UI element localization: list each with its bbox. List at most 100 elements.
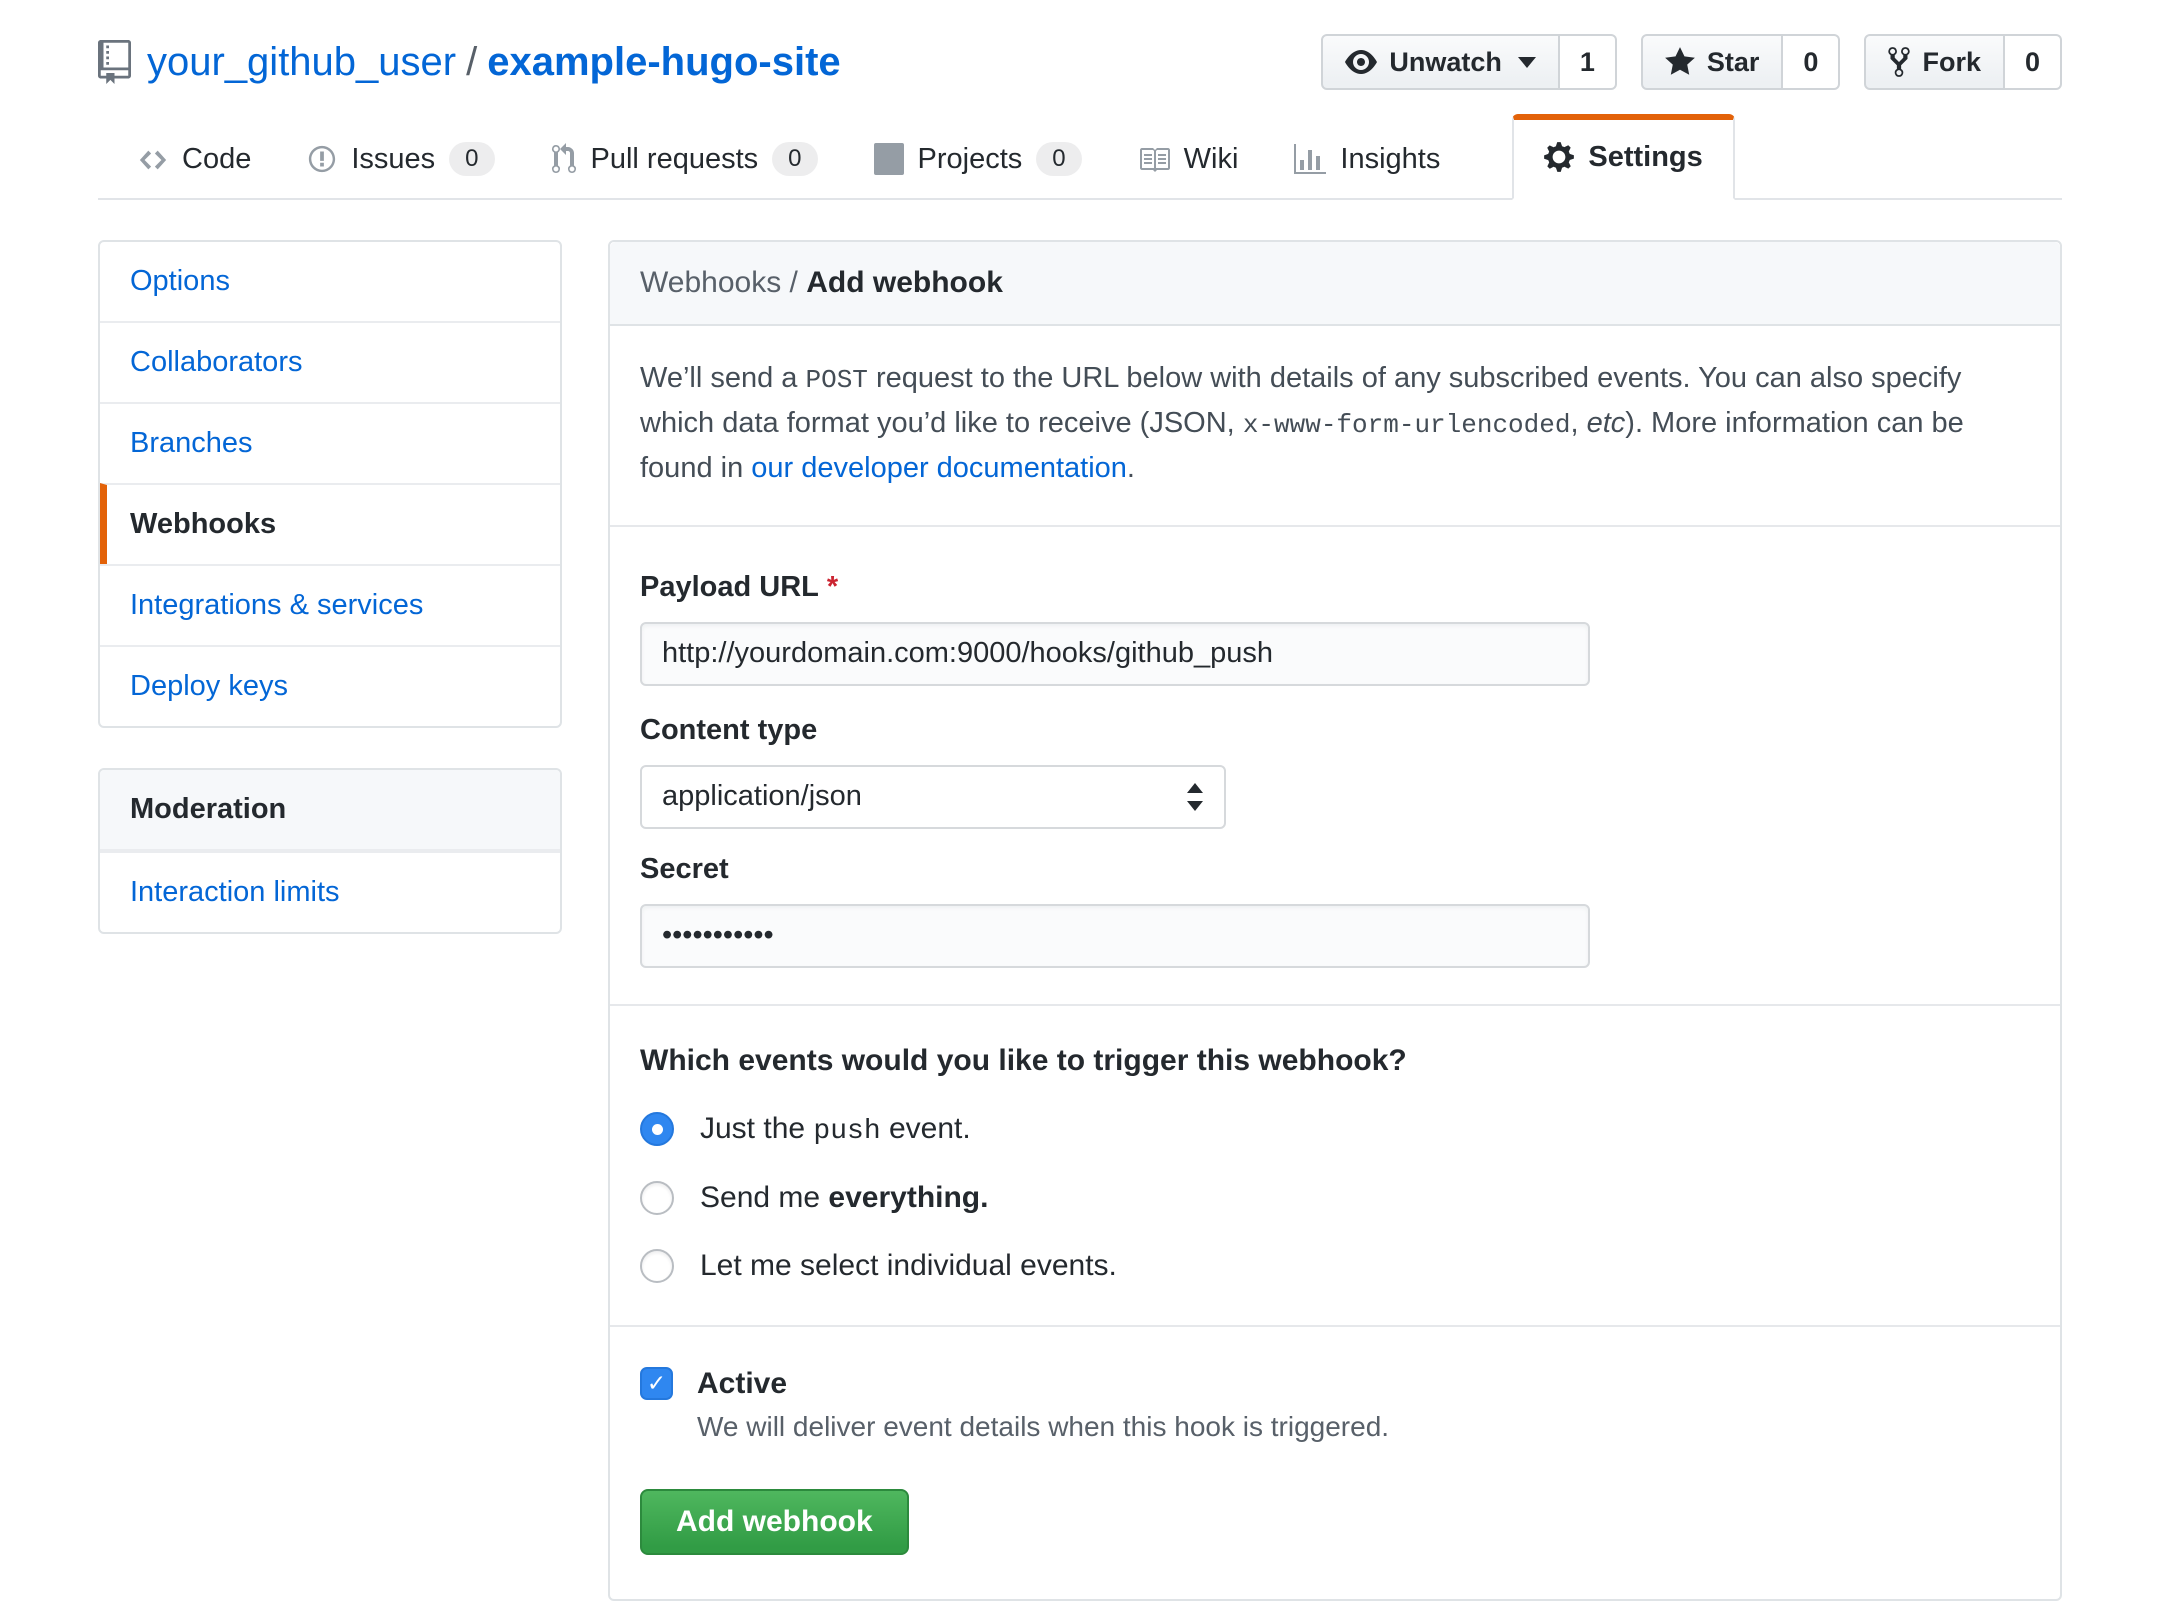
breadcrumb-separator: / [781, 266, 806, 299]
payload-url-label: Payload URL* [640, 571, 2030, 604]
radio-everything-label[interactable]: Send me everything. [700, 1181, 988, 1215]
repo-actions: Unwatch 1 Star 0 Fork 0 [1321, 34, 2062, 90]
radio-option-everything: Send me everything. [640, 1181, 2030, 1215]
section-divider [610, 1004, 2060, 1006]
star-button[interactable]: Star [1641, 34, 1784, 90]
urlencoded-code: x-www-form-urlencoded [1243, 410, 1571, 440]
breadcrumb-webhooks[interactable]: Webhooks [640, 266, 781, 299]
sidebar-item-integrations[interactable]: Integrations & services [100, 564, 560, 645]
active-block: ✓ Active We will deliver event details w… [640, 1327, 2030, 1599]
radio-individual[interactable] [640, 1249, 674, 1283]
secret-label: Secret [640, 853, 2030, 886]
sidebar-item-deploy-keys[interactable]: Deploy keys [100, 645, 560, 726]
repo-separator: / [466, 40, 477, 84]
active-help-text: We will deliver event details when this … [697, 1411, 2030, 1443]
description-text: , [1570, 407, 1586, 439]
tab-settings[interactable]: Settings [1512, 114, 1734, 200]
radio-everything[interactable] [640, 1181, 674, 1215]
watchers-count[interactable]: 1 [1560, 34, 1617, 90]
add-webhook-panel: Webhooks / Add webhook We’ll send a POST… [608, 240, 2062, 1601]
caret-down-icon [1518, 57, 1536, 68]
post-code: POST [806, 365, 868, 395]
webhook-form: Payload URL* Content type application/js… [610, 527, 2060, 1599]
tab-pull-requests[interactable]: Pull requests 0 [523, 118, 846, 200]
active-row: ✓ Active [640, 1367, 2030, 1401]
git-pull-request-icon [551, 143, 577, 175]
pull-requests-count-badge: 0 [772, 142, 817, 176]
radio-option-individual: Let me select individual events. [640, 1249, 2030, 1283]
sidebar-item-branches[interactable]: Branches [100, 402, 560, 483]
radio-individual-label[interactable]: Let me select individual events. [700, 1249, 1117, 1283]
sidebar-item-interaction-limits[interactable]: Interaction limits [100, 851, 560, 932]
unwatch-label: Unwatch [1389, 47, 1502, 78]
project-icon [874, 143, 904, 175]
star-button-group: Star 0 [1641, 34, 1841, 90]
unwatch-button[interactable]: Unwatch [1321, 34, 1560, 90]
content-type-select[interactable]: application/json [640, 765, 1226, 829]
description-text: . [1127, 452, 1135, 484]
add-webhook-button[interactable]: Add webhook [640, 1489, 909, 1555]
star-label: Star [1707, 47, 1760, 78]
push-code: push [813, 1116, 880, 1147]
settings-content: Options Collaborators Branches Webhooks … [98, 240, 2062, 1601]
etc-italic: etc [1587, 407, 1626, 439]
webhook-description: We’ll send a POST request to the URL bel… [610, 326, 2060, 527]
code-icon [138, 145, 168, 175]
settings-sidebar: Options Collaborators Branches Webhooks … [98, 240, 562, 974]
fork-button[interactable]: Fork [1864, 34, 2005, 90]
tab-projects-label: Projects [918, 143, 1023, 176]
repo-owner-link[interactable]: your_github_user [147, 40, 456, 84]
breadcrumb-current: Add webhook [806, 266, 1003, 299]
everything-bold: everything. [828, 1181, 988, 1214]
events-question: Which events would you like to trigger t… [640, 1044, 2030, 1078]
repo-book-icon [98, 40, 131, 84]
required-asterisk: * [827, 571, 838, 603]
tab-insights-label: Insights [1340, 143, 1440, 176]
radio-push[interactable] [640, 1112, 674, 1146]
tab-projects[interactable]: Projects 0 [846, 118, 1110, 200]
sidebar-item-collaborators[interactable]: Collaborators [100, 321, 560, 402]
moderation-header: Moderation [100, 770, 560, 851]
projects-count-badge: 0 [1036, 142, 1081, 176]
watch-button-group: Unwatch 1 [1321, 34, 1617, 90]
tab-issues-label: Issues [351, 143, 435, 176]
fork-label: Fork [1922, 47, 1981, 78]
breadcrumb: Webhooks / Add webhook [610, 242, 2060, 326]
moderation-menu: Moderation Interaction limits [98, 768, 562, 934]
tab-pull-requests-label: Pull requests [591, 143, 759, 176]
github-repo-settings-page: your_github_user/example-hugo-site Unwat… [0, 0, 2160, 1601]
tab-code-label: Code [182, 143, 251, 176]
tab-settings-label: Settings [1588, 141, 1702, 174]
sidebar-item-options[interactable]: Options [100, 242, 560, 321]
eye-icon [1345, 46, 1377, 78]
sidebar-item-webhooks[interactable]: Webhooks [100, 483, 560, 564]
payload-url-input[interactable] [640, 622, 1590, 686]
secret-input[interactable] [640, 904, 1590, 968]
content-type-label: Content type [640, 714, 2030, 747]
tab-wiki[interactable]: Wiki [1110, 119, 1267, 200]
repo-title: your_github_user/example-hugo-site [98, 38, 841, 86]
repo-name-link[interactable]: example-hugo-site [487, 40, 840, 84]
wiki-book-icon [1138, 144, 1170, 176]
developer-documentation-link[interactable]: our developer documentation [751, 452, 1127, 484]
tab-issues[interactable]: Issues 0 [279, 118, 522, 200]
select-caret-icon [1186, 783, 1204, 811]
issues-count-badge: 0 [449, 142, 494, 176]
repo-nav: Code Issues 0 Pull requests 0 Projects 0… [98, 114, 2062, 200]
tab-code[interactable]: Code [110, 119, 279, 200]
forks-count[interactable]: 0 [2005, 34, 2062, 90]
radio-push-label[interactable]: Just the push event. [700, 1112, 971, 1147]
repo-header: your_github_user/example-hugo-site Unwat… [98, 34, 2062, 90]
graph-icon [1294, 144, 1326, 176]
issue-opened-icon [307, 144, 337, 174]
tab-insights[interactable]: Insights [1266, 119, 1468, 200]
active-label[interactable]: Active [697, 1367, 787, 1401]
radio-option-push: Just the push event. [640, 1112, 2030, 1147]
gear-icon [1544, 140, 1574, 174]
active-checkbox[interactable]: ✓ [640, 1367, 673, 1400]
fork-button-group: Fork 0 [1864, 34, 2062, 90]
tab-wiki-label: Wiki [1184, 143, 1239, 176]
description-text: We’ll send a [640, 362, 806, 394]
stars-count[interactable]: 0 [1783, 34, 1840, 90]
settings-menu: Options Collaborators Branches Webhooks … [98, 240, 562, 728]
